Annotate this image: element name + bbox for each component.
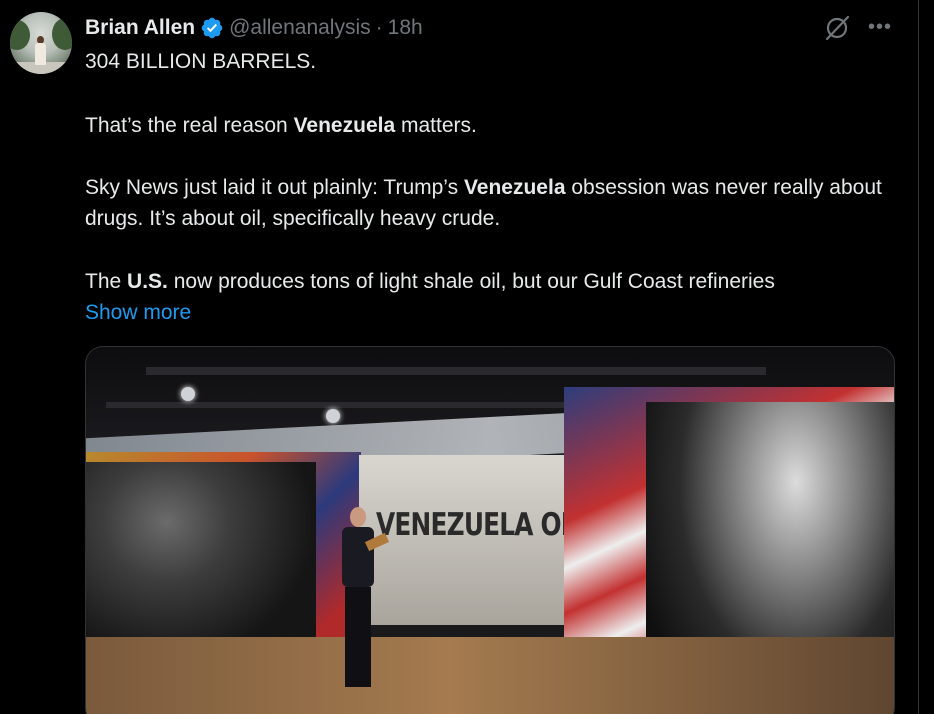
presenter-figure: [336, 507, 390, 697]
p3-bold-venezuela: Venezuela: [463, 176, 566, 199]
p3-text-a: Sky News just laid it out plainly: Trump…: [85, 176, 464, 199]
author-name[interactable]: Brian Allen: [85, 16, 195, 40]
more-icon[interactable]: •••: [866, 16, 894, 38]
presenter-torso: [342, 527, 374, 587]
avatar-person-body: [35, 43, 46, 65]
p2-text-c: matters.: [395, 114, 477, 137]
author-handle[interactable]: @allenanalysis: [229, 16, 371, 40]
post-media-image[interactable]: VENEZUELA OIL: [85, 346, 895, 714]
studio-light: [181, 387, 195, 401]
post-paragraph-2: That’s the real reason Venezuela matters…: [85, 110, 895, 141]
separator-dot: ·: [375, 16, 383, 39]
avatar-tree-left: [10, 20, 30, 50]
presenter-head: [350, 507, 366, 527]
screen-title-card: VENEZUELA OIL: [376, 507, 585, 543]
avatar[interactable]: [10, 12, 72, 74]
p4-bold-us: U.S.: [127, 270, 168, 293]
grok-icon[interactable]: [823, 14, 851, 42]
p2-bold-venezuela: Venezuela: [293, 114, 396, 137]
avatar-tree-right: [52, 18, 72, 50]
presenter-legs: [345, 587, 371, 687]
show-more-link[interactable]: Show more: [85, 297, 191, 328]
p4-text-a: The: [85, 270, 128, 293]
p4-text-c: now produces tons of light shale oil, bu…: [167, 270, 775, 293]
post-header: Brian Allen @allenanalysis · 18h: [85, 14, 423, 42]
lighting-rig: [146, 367, 766, 375]
post-paragraph-4: The U.S. now produces tons of light shal…: [85, 266, 895, 297]
verified-badge-icon[interactable]: [200, 16, 224, 40]
studio-light: [326, 409, 340, 423]
post-paragraph-1: 304 BILLION BARRELS.: [85, 50, 317, 73]
screen-portrait-left: [86, 462, 316, 662]
studio-floor: [86, 637, 894, 714]
post-paragraph-3: Sky News just laid it out plainly: Trump…: [85, 172, 895, 234]
post-time[interactable]: 18h: [388, 16, 423, 40]
p2-text-a: That’s the real reason: [85, 114, 294, 137]
timeline-border: [918, 0, 919, 714]
